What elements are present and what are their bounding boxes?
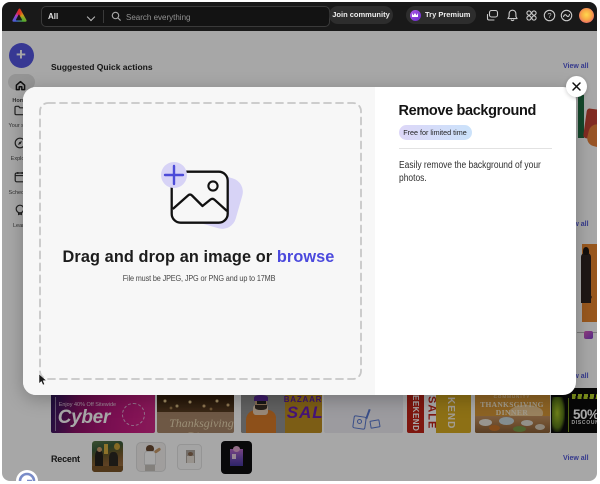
svg-text:?: ? [547, 11, 551, 20]
